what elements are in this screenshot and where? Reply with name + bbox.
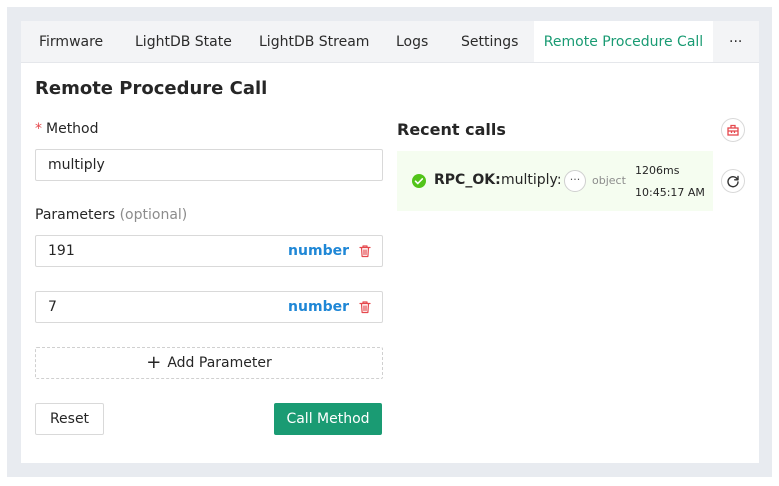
check-circle-icon: [412, 174, 426, 188]
parameter-value: 191: [48, 243, 75, 259]
page-title: Remote Procedure Call: [35, 78, 268, 99]
required-mark: *: [35, 121, 42, 137]
clear-history-button[interactable]: [721, 118, 745, 142]
recent-calls-title: Recent calls: [397, 120, 506, 139]
recent-call-item[interactable]: RPC_OK: multiply: ··· object 1206ms 10:4…: [397, 151, 713, 211]
call-method-name: multiply:: [501, 172, 562, 188]
parameter-type-selector[interactable]: number: [288, 292, 349, 322]
rerun-call-button[interactable]: [721, 169, 745, 193]
method-label: * Method: [35, 121, 99, 137]
parameter-type-selector[interactable]: number: [288, 236, 349, 266]
ellipsis-icon[interactable]: ···: [564, 170, 586, 192]
call-method-button[interactable]: Call Method: [274, 403, 382, 435]
add-parameter-label: Add Parameter: [167, 355, 272, 371]
parameter-input-2[interactable]: 7 number: [35, 291, 383, 323]
tab-firmware[interactable]: Firmware: [39, 21, 103, 62]
method-input-value: multiply: [48, 157, 105, 173]
tab-remote-procedure-call[interactable]: Remote Procedure Call: [534, 21, 713, 62]
tab-bar: Firmware LightDB State LightDB Stream Lo…: [21, 21, 759, 63]
rerun-icon: [727, 175, 739, 188]
tab-settings[interactable]: Settings: [461, 21, 518, 62]
clear-history-icon: [727, 124, 739, 136]
parameters-label: Parameters (optional): [35, 207, 187, 223]
tab-more[interactable]: ···: [729, 21, 742, 62]
method-label-text: Method: [46, 121, 99, 137]
tab-lightdb-state[interactable]: LightDB State: [135, 21, 232, 62]
reset-button[interactable]: Reset: [35, 403, 104, 435]
parameter-value: 7: [48, 299, 57, 315]
parameter-input-1[interactable]: 191 number: [35, 235, 383, 267]
tab-logs[interactable]: Logs: [396, 21, 428, 62]
trash-icon[interactable]: [358, 244, 372, 258]
method-input[interactable]: multiply: [35, 149, 383, 181]
call-status: RPC_OK:: [434, 172, 501, 188]
parameters-optional: (optional): [119, 207, 188, 223]
call-timestamp: 10:45:17 AM: [635, 186, 705, 199]
call-duration: 1206ms: [635, 164, 680, 177]
call-result-type: object: [592, 174, 626, 187]
tab-lightdb-stream[interactable]: LightDB Stream: [259, 21, 369, 62]
trash-icon[interactable]: [358, 300, 372, 314]
parameters-label-text: Parameters: [35, 207, 116, 223]
add-parameter-button[interactable]: + Add Parameter: [35, 347, 383, 379]
plus-icon: +: [146, 352, 162, 373]
